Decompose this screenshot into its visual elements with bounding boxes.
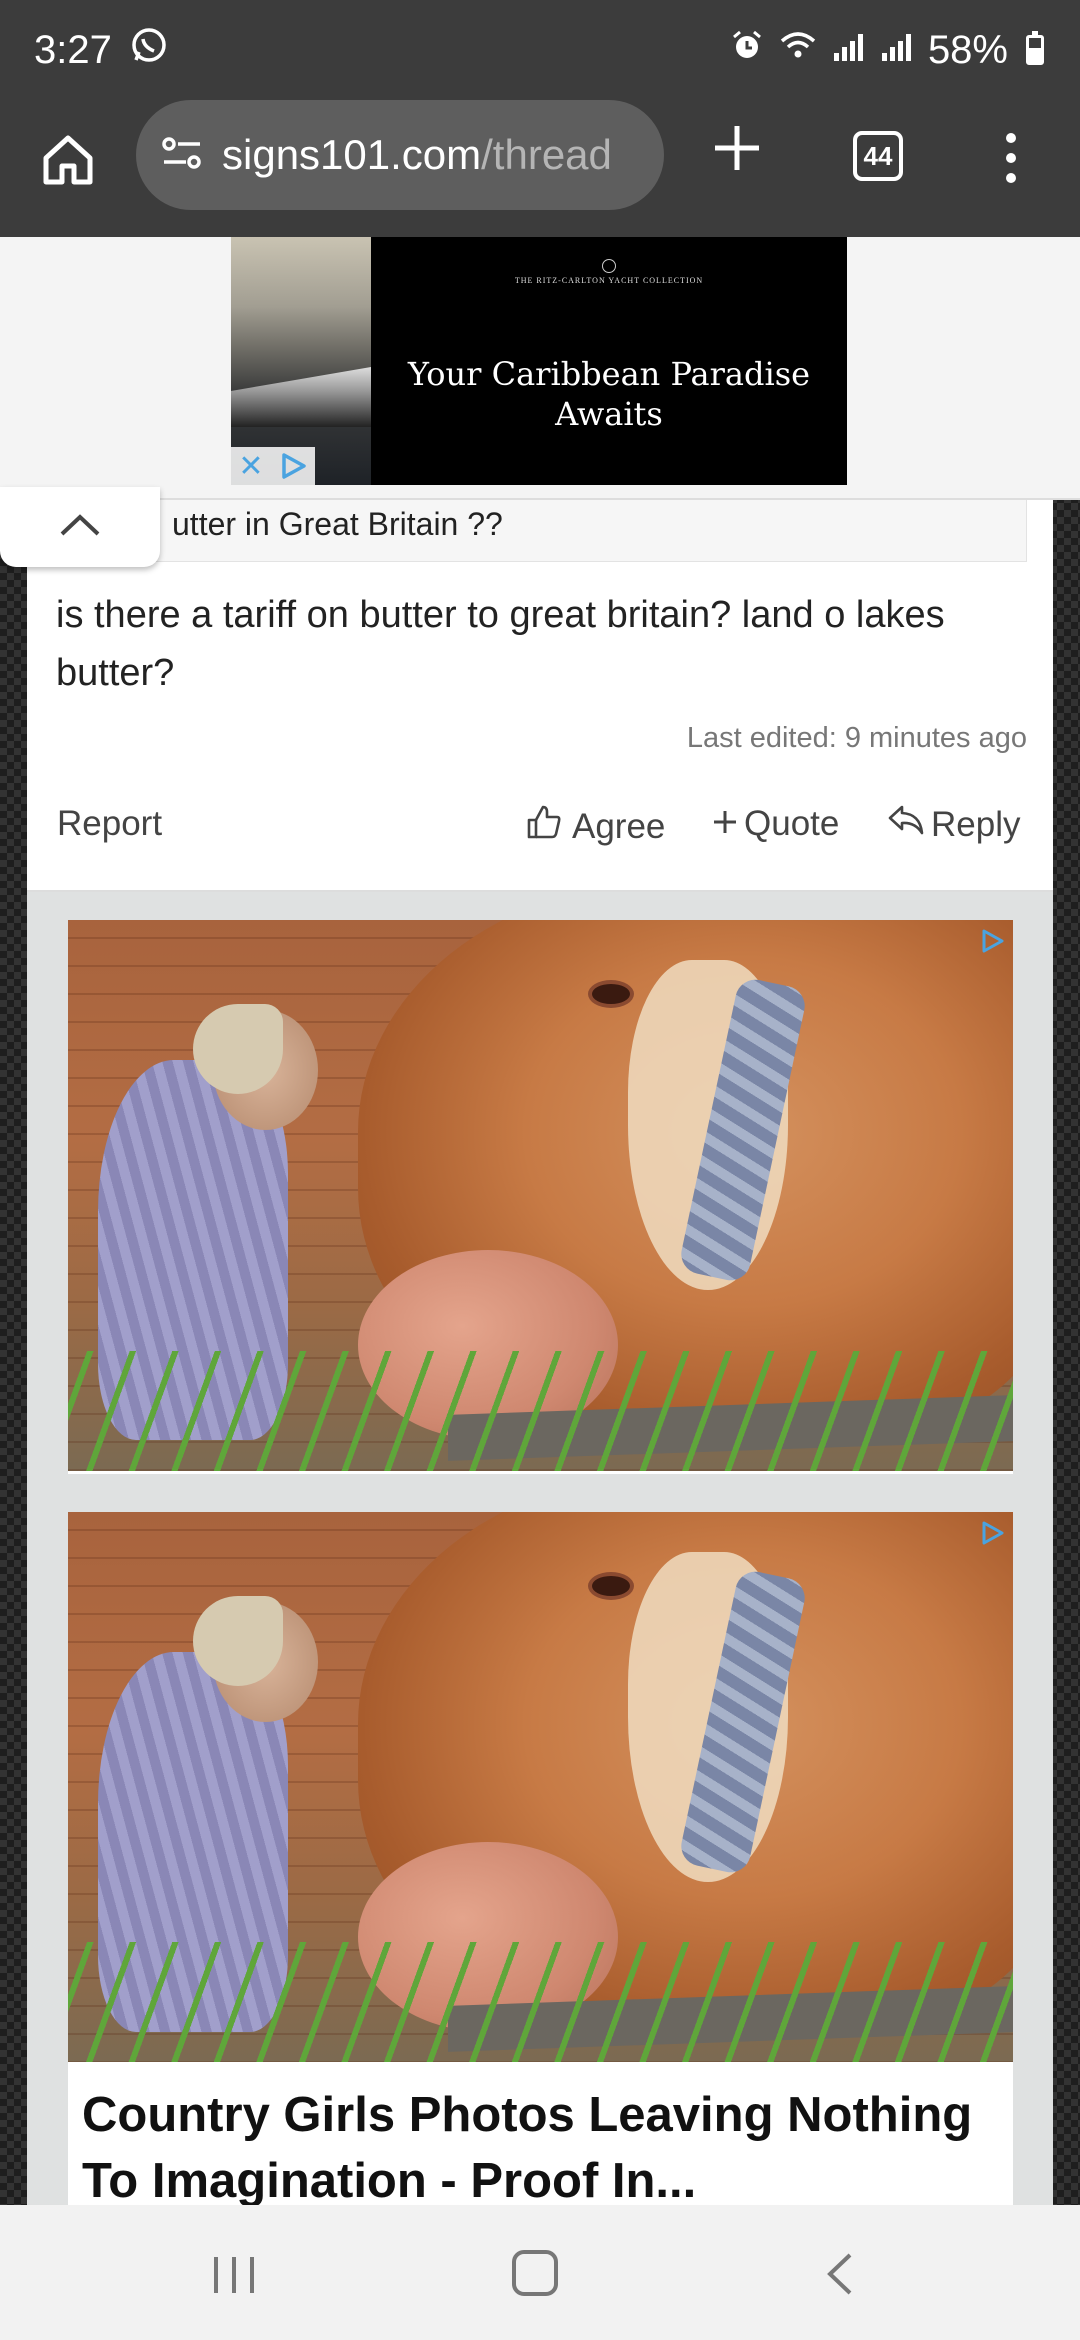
ad-photo-cow[interactable] [68,920,1013,1471]
sponsored-ad-2[interactable]: Country Girls Photos Leaving Nothing To … [68,1512,1013,2208]
post-body: is there a tariff on butter to great bri… [56,594,945,694]
cow-eye [588,980,634,1008]
agree-label: Agree [572,806,666,846]
url-path: /thread [481,131,612,178]
recent-apps-icon[interactable] [210,2253,258,2297]
plus-icon [712,804,738,844]
signal-icon [832,28,866,73]
alarm-icon [730,28,764,73]
cow-eye [588,1572,634,1600]
reply-arrow-icon [887,804,925,845]
quote-label: Quote [744,804,840,843]
new-tab-icon[interactable] [707,118,767,178]
browser-toolbar: signs101.com/thread 44 [0,100,1080,237]
tab-count: 44 [863,140,893,171]
chevron-up-icon [58,512,102,543]
crest-icon [602,259,616,273]
forum-post: utter in Great Britain ?? is there a tar… [27,500,1053,892]
ad-headline[interactable]: Country Girls Photos Leaving Nothing To … [82,2082,992,2214]
adchoices-icon[interactable] [977,1518,1007,1548]
grass [68,1942,1013,2062]
battery-icon [1026,31,1044,65]
girl-hair [193,1596,283,1686]
top-ad-headline: Your Caribbean Paradise Awaits [407,355,811,433]
thread-title[interactable]: utter in Great Britain ?? [151,500,1027,562]
site-settings-icon[interactable] [160,135,204,176]
url-host: signs101.com [222,131,482,178]
sponsored-ad-area: Country Girls Photos Leaving Nothing To … [27,892,1053,2208]
tab-switcher-button[interactable]: 44 [853,131,903,181]
post-actions: Report Agree Quote Reply [27,796,1053,856]
adchoices-icon[interactable] [271,447,315,485]
signal-icon [880,28,914,73]
more-menu-icon[interactable] [996,130,1026,186]
collapse-ad-button[interactable] [0,487,160,567]
yacht-image [231,367,371,427]
ad-photo-yacht: ✕ [231,237,371,485]
close-ad-icon[interactable]: ✕ [231,447,271,485]
whatsapp-icon [130,26,168,74]
last-edited: Last edited: 9 minutes ago [686,722,1027,754]
thumbs-up-icon [526,804,562,849]
home-nav-icon[interactable] [512,2250,558,2296]
brand-name: THE RITZ-CARLTON YACHT COLLECTION [514,276,704,285]
home-icon[interactable] [36,128,100,192]
agree-button[interactable]: Agree [526,804,665,849]
ad-photo-cow[interactable] [68,1512,1013,2062]
brand-logo: THE RITZ-CARLTON YACHT COLLECTION [371,259,847,285]
sponsored-ad-1[interactable] [68,920,1013,1474]
grass [68,1351,1013,1471]
battery-percent: 58% [927,27,1008,72]
quote-button[interactable]: Quote [712,804,839,844]
url-bar[interactable]: signs101.com/thread [136,100,664,210]
status-bar: 3:27 58% [0,0,1080,100]
wifi-icon [778,28,818,73]
url-text[interactable]: signs101.com/thread [222,131,612,179]
reply-label: Reply [931,804,1021,844]
top-banner-ad[interactable]: ✕ THE RITZ-CARLTON YACHT COLLECTION Your… [0,237,1080,500]
ad-badges: ✕ [231,447,315,485]
adchoices-icon[interactable] [977,926,1007,956]
girl-hair [193,1004,283,1094]
back-icon[interactable] [820,2251,860,2297]
report-button[interactable]: Report [57,804,162,844]
system-nav-bar [0,2205,1080,2340]
top-ad-creative[interactable]: ✕ THE RITZ-CARLTON YACHT COLLECTION Your… [231,237,847,485]
status-time: 3:27 [34,27,112,72]
top-ad-text: THE RITZ-CARLTON YACHT COLLECTION Your C… [371,237,847,485]
reply-button[interactable]: Reply [887,804,1020,845]
